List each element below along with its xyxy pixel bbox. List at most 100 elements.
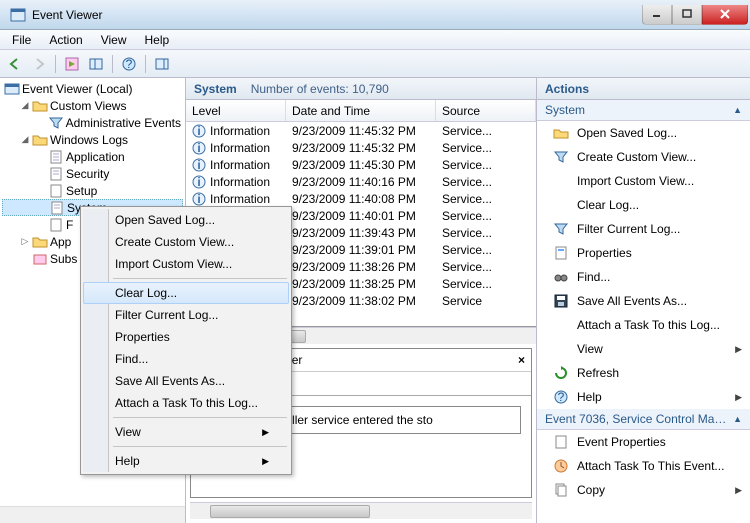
svg-text:i: i [197,141,200,155]
actions-group-system[interactable]: System▲ [537,100,750,121]
action-create-custom-view[interactable]: Create Custom View... [537,145,750,169]
event-row[interactable]: iInformation9/23/2009 11:40:08 PMService… [186,190,536,207]
info-icon: i [192,124,206,138]
details-close-button[interactable]: × [518,353,525,367]
ctx-filter-log[interactable]: Filter Current Log... [83,304,289,326]
tree-security[interactable]: Security [2,165,183,182]
event-row[interactable]: iInformation9/23/2009 11:45:30 PMService… [186,156,536,173]
ctx-open-saved-log[interactable]: Open Saved Log... [83,209,289,231]
center-title: System [194,82,237,96]
tree-label: Windows Logs [50,133,128,147]
action-copy[interactable]: Copy▶ [537,478,750,502]
forward-button[interactable] [28,53,50,75]
info-icon: i [192,141,206,155]
submenu-arrow-icon: ▶ [262,456,269,467]
tree-windows-logs[interactable]: ◢ Windows Logs [2,131,183,148]
help-icon: ? [553,389,569,405]
ctx-clear-log[interactable]: Clear Log... [83,282,289,304]
close-button[interactable] [702,5,748,25]
action-import-custom-view[interactable]: Import Custom View... [537,169,750,193]
tree-label: App [50,235,71,249]
col-source[interactable]: Source [436,100,536,121]
tree-label: Subs [50,252,77,266]
action-clear-log[interactable]: Clear Log... [537,193,750,217]
collapse-icon: ▲ [733,414,742,424]
action-view[interactable]: View▶ [537,337,750,361]
minimize-button[interactable] [642,5,672,25]
funnel-icon [553,221,569,237]
ctx-find[interactable]: Find... [83,348,289,370]
tree-application[interactable]: Application [2,148,183,165]
action-open-saved-log[interactable]: Open Saved Log... [537,121,750,145]
tree-label: F [66,218,73,232]
subscriptions-icon [32,251,48,267]
tree-custom-views[interactable]: ◢ Custom Views [2,97,183,114]
context-menu: Open Saved Log... Create Custom View... … [80,206,292,475]
panel-button[interactable] [85,53,107,75]
tree-root[interactable]: Event Viewer (Local) [2,80,183,97]
submenu-arrow-icon: ▶ [735,485,742,496]
ctx-import-custom-view[interactable]: Import Custom View... [83,253,289,275]
info-icon: i [192,175,206,189]
submenu-arrow-icon: ▶ [735,344,742,355]
nav-scrollbar[interactable] [0,506,185,523]
blank-icon [553,341,569,357]
tree-root-label: Event Viewer (Local) [22,82,133,96]
folder-icon [32,234,48,250]
app-icon [10,7,26,23]
collapse-icon[interactable]: ◢ [20,100,30,111]
menu-file[interactable]: File [4,31,39,49]
funnel-icon [553,149,569,165]
copy-icon [553,482,569,498]
center-header: System Number of events: 10,790 [186,78,536,100]
action-filter-log[interactable]: Filter Current Log... [537,217,750,241]
action-refresh[interactable]: Refresh [537,361,750,385]
event-row[interactable]: iInformation9/23/2009 11:45:32 PMService… [186,139,536,156]
submenu-arrow-icon: ▶ [735,392,742,403]
blank-icon [553,317,569,333]
action-attach-task[interactable]: Attach a Task To this Log... [537,313,750,337]
expand-icon[interactable]: ▷ [20,236,30,247]
menu-view[interactable]: View [93,31,135,49]
event-row[interactable]: iInformation9/23/2009 11:40:16 PMService… [186,173,536,190]
ctx-create-custom-view[interactable]: Create Custom View... [83,231,289,253]
show-hide-tree-button[interactable] [61,53,83,75]
properties-icon [553,245,569,261]
action-event-properties[interactable]: Event Properties [537,430,750,454]
action-find[interactable]: Find... [537,265,750,289]
menu-help[interactable]: Help [137,31,178,49]
properties-icon [553,434,569,450]
action-help[interactable]: ?Help▶ [537,385,750,409]
filter-icon [48,115,64,131]
back-button[interactable] [4,53,26,75]
submenu-arrow-icon: ▶ [262,427,269,438]
collapse-icon: ▲ [733,105,742,115]
help-button[interactable]: ? [118,53,140,75]
log-icon [48,166,64,182]
action-attach-task-event[interactable]: Attach Task To This Event... [537,454,750,478]
ctx-save-all[interactable]: Save All Events As... [83,370,289,392]
maximize-button[interactable] [672,5,702,25]
ctx-help[interactable]: Help▶ [83,450,289,472]
menu-action[interactable]: Action [41,31,90,49]
ctx-view[interactable]: View▶ [83,421,289,443]
event-row[interactable]: iInformation9/23/2009 11:45:32 PMService… [186,122,536,139]
extra-panel-button[interactable] [151,53,173,75]
toolbar: ? [0,50,750,78]
tree-admin-events[interactable]: Administrative Events [2,114,183,131]
titlebar: Event Viewer [0,0,750,30]
action-save-all[interactable]: Save All Events As... [537,289,750,313]
ctx-properties[interactable]: Properties [83,326,289,348]
actions-group-event[interactable]: Event 7036, Service Control Mana...▲ [537,409,750,430]
details-scrollbar[interactable] [190,502,532,519]
action-properties[interactable]: Properties [537,241,750,265]
tree-setup[interactable]: Setup [2,182,183,199]
ctx-attach-task[interactable]: Attach a Task To this Log... [83,392,289,414]
log-icon [49,200,65,216]
blank-icon [553,173,569,189]
col-date[interactable]: Date and Time [286,100,436,121]
info-icon: i [192,192,206,206]
actions-header: Actions [537,78,750,100]
col-level[interactable]: Level [186,100,286,121]
collapse-icon[interactable]: ◢ [20,134,30,145]
